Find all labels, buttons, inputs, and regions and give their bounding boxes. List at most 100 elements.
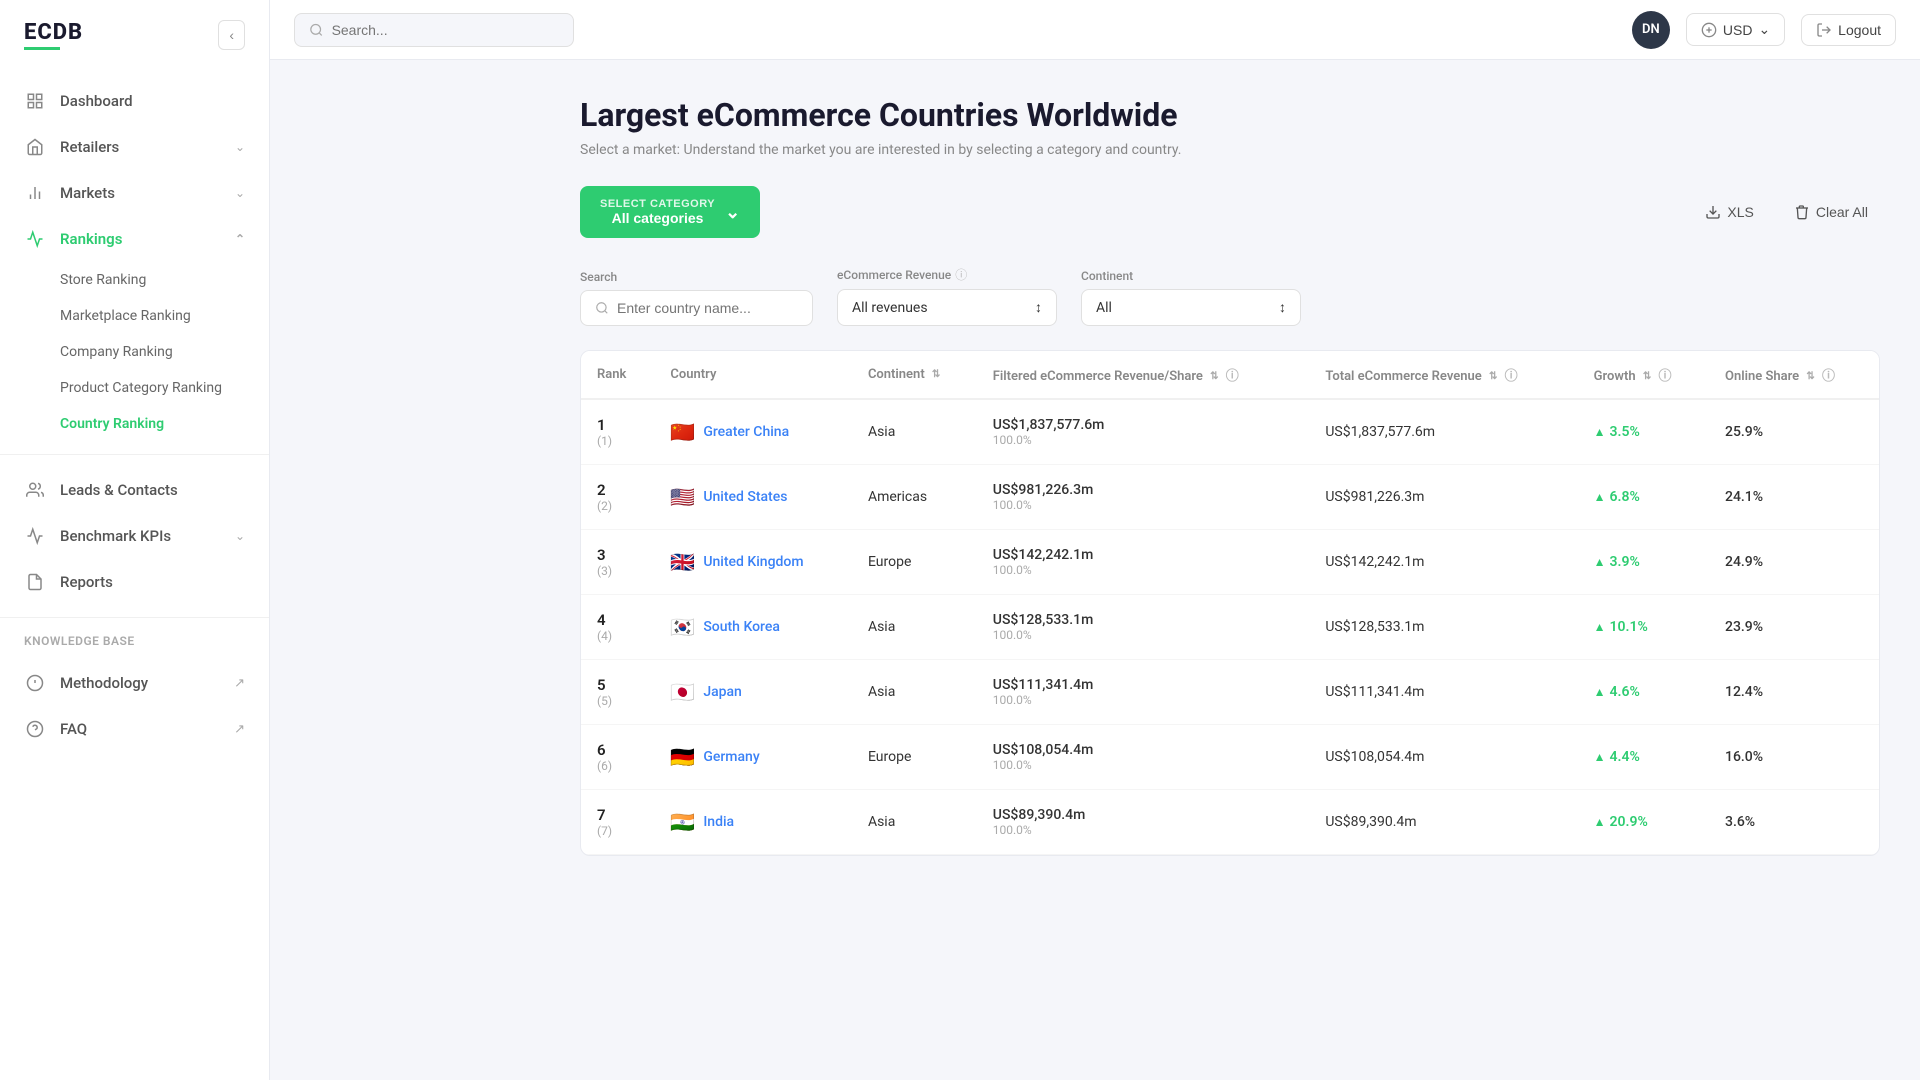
continent-filter-select[interactable]: All ↕ bbox=[1081, 289, 1301, 326]
search-input[interactable] bbox=[332, 22, 559, 38]
cell-country-2[interactable]: 🇬🇧 United Kingdom bbox=[654, 530, 852, 595]
table-body: 1 (1) 🇨🇳 Greater China Asia US$1,837,577… bbox=[581, 399, 1879, 855]
col-country: Country bbox=[654, 351, 852, 399]
table-row: 6 (6) 🇩🇪 Germany Europe US$108,054.4m 10… bbox=[581, 725, 1879, 790]
sidebar-logo-area: ECDB ‹ bbox=[0, 0, 269, 70]
cell-growth-0: ▲ 3.5% bbox=[1578, 399, 1709, 465]
cell-filtered-revenue-3: US$128,533.1m 100.0% bbox=[977, 595, 1310, 660]
main-nav: Dashboard Retailers ⌄ Markets ⌄ Rankings… bbox=[0, 70, 269, 450]
cell-country-6[interactable]: 🇮🇳 India bbox=[654, 790, 852, 855]
search-filter-input[interactable] bbox=[580, 290, 813, 326]
table-row: 2 (2) 🇺🇸 United States Americas US$981,2… bbox=[581, 465, 1879, 530]
country-link-5[interactable]: 🇩🇪 Germany bbox=[670, 745, 836, 769]
select-category-button[interactable]: SELECT CATEGORY All categories ⌄ bbox=[580, 186, 760, 238]
country-link-6[interactable]: 🇮🇳 India bbox=[670, 810, 836, 834]
cell-filtered-revenue-1: US$981,226.3m 100.0% bbox=[977, 465, 1310, 530]
country-link-4[interactable]: 🇯🇵 Japan bbox=[670, 680, 836, 704]
cell-continent-3: Asia bbox=[852, 595, 977, 660]
cell-country-1[interactable]: 🇺🇸 United States bbox=[654, 465, 852, 530]
cell-country-4[interactable]: 🇯🇵 Japan bbox=[654, 660, 852, 725]
avatar: DN bbox=[1632, 11, 1670, 49]
clear-all-label: Clear All bbox=[1816, 204, 1868, 220]
country-search-input[interactable] bbox=[617, 300, 798, 316]
cell-filtered-revenue-6: US$89,390.4m 100.0% bbox=[977, 790, 1310, 855]
sidebar: ECDB ‹ Dashboard Retailers ⌄ Markets ⌄ bbox=[0, 0, 270, 1080]
sidebar-item-store-ranking[interactable]: Store Ranking bbox=[60, 262, 269, 298]
growth-arrow-icon-4: ▲ bbox=[1594, 685, 1606, 699]
cell-country-0[interactable]: 🇨🇳 Greater China bbox=[654, 399, 852, 465]
cell-growth-6: ▲ 20.9% bbox=[1578, 790, 1709, 855]
sidebar-item-benchmark-kpis[interactable]: Benchmark KPIs ⌄ bbox=[0, 513, 269, 559]
cell-rank-1: 2 (2) bbox=[581, 465, 654, 530]
table-row: 3 (3) 🇬🇧 United Kingdom Europe US$142,24… bbox=[581, 530, 1879, 595]
sidebar-item-product-category-ranking[interactable]: Product Category Ranking bbox=[60, 370, 269, 406]
cell-country-5[interactable]: 🇩🇪 Germany bbox=[654, 725, 852, 790]
col-continent[interactable]: Continent ⇅ bbox=[852, 351, 977, 399]
sidebar-item-label-rankings: Rankings bbox=[60, 230, 122, 248]
controls-right: XLS Clear All bbox=[1693, 196, 1880, 228]
country-link-0[interactable]: 🇨🇳 Greater China bbox=[670, 420, 836, 444]
search-icon bbox=[309, 22, 324, 38]
clear-all-button[interactable]: Clear All bbox=[1782, 196, 1880, 228]
chevron-down-icon-markets: ⌄ bbox=[235, 186, 245, 200]
markets-icon bbox=[24, 182, 46, 204]
continent-filter-value: All bbox=[1096, 300, 1112, 316]
cell-rank-5: 6 (6) bbox=[581, 725, 654, 790]
info-icon-online-share[interactable]: ⓘ bbox=[1822, 369, 1835, 384]
sidebar-item-country-ranking[interactable]: Country Ranking bbox=[60, 406, 269, 442]
cell-filtered-revenue-5: US$108,054.4m 100.0% bbox=[977, 725, 1310, 790]
sidebar-item-label-retailers: Retailers bbox=[60, 138, 119, 156]
sidebar-item-marketplace-ranking[interactable]: Marketplace Ranking bbox=[60, 298, 269, 334]
cell-online-share-6: 3.6% bbox=[1709, 790, 1879, 855]
info-icon-total-revenue[interactable]: ⓘ bbox=[1505, 369, 1518, 384]
sidebar-item-dashboard[interactable]: Dashboard bbox=[0, 78, 269, 124]
sidebar-item-methodology[interactable]: Methodology ↗ bbox=[0, 660, 269, 706]
topbar: DN USD ⌄ Logout bbox=[270, 0, 1920, 60]
country-link-1[interactable]: 🇺🇸 United States bbox=[670, 485, 836, 509]
xls-export-button[interactable]: XLS bbox=[1693, 196, 1765, 228]
col-filtered-revenue[interactable]: Filtered eCommerce Revenue/Share ⇅ ⓘ bbox=[977, 351, 1310, 399]
cell-total-revenue-2: US$142,242.1m bbox=[1309, 530, 1577, 595]
sidebar-item-markets[interactable]: Markets ⌄ bbox=[0, 170, 269, 216]
growth-arrow-icon-0: ▲ bbox=[1594, 425, 1606, 439]
sidebar-collapse-button[interactable]: ‹ bbox=[218, 20, 245, 50]
sidebar-item-faq[interactable]: FAQ ↗ bbox=[0, 706, 269, 752]
revenue-info-icon[interactable]: ⓘ bbox=[955, 266, 967, 283]
cell-country-3[interactable]: 🇰🇷 South Korea bbox=[654, 595, 852, 660]
retailers-icon bbox=[24, 136, 46, 158]
country-link-2[interactable]: 🇬🇧 United Kingdom bbox=[670, 550, 836, 574]
col-online-share[interactable]: Online Share ⇅ ⓘ bbox=[1709, 351, 1879, 399]
chevron-up-icon-rankings: ⌃ bbox=[235, 232, 245, 246]
benchmark-icon bbox=[24, 525, 46, 547]
cell-rank-6: 7 (7) bbox=[581, 790, 654, 855]
cell-growth-3: ▲ 10.1% bbox=[1578, 595, 1709, 660]
revenue-filter-group: eCommerce Revenue ⓘ All revenues ↕ bbox=[837, 266, 1057, 326]
sidebar-item-retailers[interactable]: Retailers ⌄ bbox=[0, 124, 269, 170]
growth-arrow-icon-2: ▲ bbox=[1594, 555, 1606, 569]
sidebar-item-leads-contacts[interactable]: Leads & Contacts bbox=[0, 467, 269, 513]
xls-label: XLS bbox=[1727, 204, 1753, 220]
info-icon-filtered-revenue[interactable]: ⓘ bbox=[1226, 369, 1239, 384]
info-icon-growth[interactable]: ⓘ bbox=[1658, 369, 1671, 384]
sidebar-item-reports[interactable]: Reports bbox=[0, 559, 269, 605]
topbar-search[interactable] bbox=[294, 13, 574, 47]
select-category-value: All categories bbox=[600, 210, 715, 226]
cell-online-share-0: 25.9% bbox=[1709, 399, 1879, 465]
logout-label: Logout bbox=[1838, 22, 1881, 38]
sidebar-item-company-ranking[interactable]: Company Ranking bbox=[60, 334, 269, 370]
growth-arrow-icon-5: ▲ bbox=[1594, 750, 1606, 764]
leads-icon bbox=[24, 479, 46, 501]
revenue-filter-label: eCommerce Revenue ⓘ bbox=[837, 266, 1057, 283]
sidebar-item-rankings[interactable]: Rankings ⌃ bbox=[0, 216, 269, 262]
table-row: 4 (4) 🇰🇷 South Korea Asia US$128,533.1m … bbox=[581, 595, 1879, 660]
revenue-filter-select[interactable]: All revenues ↕ bbox=[837, 289, 1057, 326]
cell-continent-5: Europe bbox=[852, 725, 977, 790]
logout-button[interactable]: Logout bbox=[1801, 14, 1896, 46]
cell-continent-6: Asia bbox=[852, 790, 977, 855]
currency-selector[interactable]: USD ⌄ bbox=[1686, 13, 1785, 46]
col-growth[interactable]: Growth ⇅ ⓘ bbox=[1578, 351, 1709, 399]
col-total-revenue[interactable]: Total eCommerce Revenue ⇅ ⓘ bbox=[1309, 351, 1577, 399]
table-row: 5 (5) 🇯🇵 Japan Asia US$111,341.4m 100.0%… bbox=[581, 660, 1879, 725]
cell-filtered-revenue-0: US$1,837,577.6m 100.0% bbox=[977, 399, 1310, 465]
country-link-3[interactable]: 🇰🇷 South Korea bbox=[670, 615, 836, 639]
